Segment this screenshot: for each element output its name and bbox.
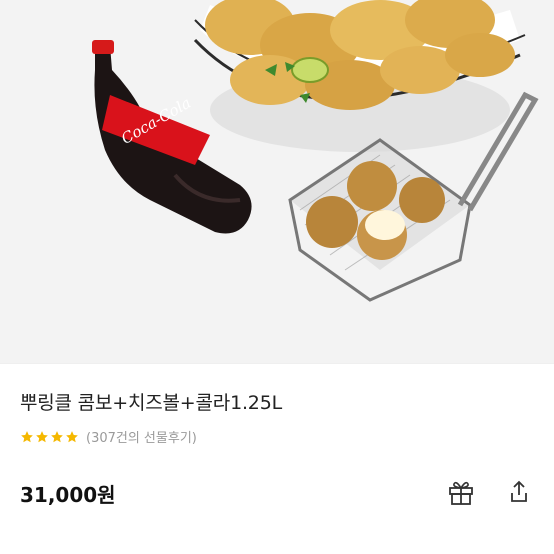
star-rating bbox=[20, 430, 79, 444]
cheese-ball bbox=[399, 177, 445, 223]
cheese-filling bbox=[365, 210, 405, 240]
gift-icon bbox=[449, 481, 473, 505]
share-button[interactable] bbox=[502, 475, 536, 509]
star-icon bbox=[51, 430, 63, 442]
star-icon bbox=[36, 430, 48, 442]
star-icon bbox=[66, 430, 78, 442]
price: 31,000원 bbox=[20, 483, 116, 507]
share-icon bbox=[511, 480, 527, 502]
product-image[interactable]: Coca-Cola bbox=[0, 0, 554, 363]
cheese-ball bbox=[306, 196, 358, 248]
review-count[interactable]: (307건의 선물후기) bbox=[86, 427, 197, 446]
divider bbox=[0, 363, 554, 364]
lime-slice bbox=[291, 57, 329, 83]
rating-row[interactable]: (307건의 선물후기) bbox=[20, 427, 197, 446]
product-illustration: Coca-Cola bbox=[92, 0, 539, 302]
gift-button[interactable] bbox=[444, 475, 478, 509]
product-title: 뿌링클 콤보+치즈볼+콜라1.25L bbox=[20, 392, 282, 414]
star-icon bbox=[21, 430, 33, 442]
cheese-ball bbox=[347, 161, 397, 211]
